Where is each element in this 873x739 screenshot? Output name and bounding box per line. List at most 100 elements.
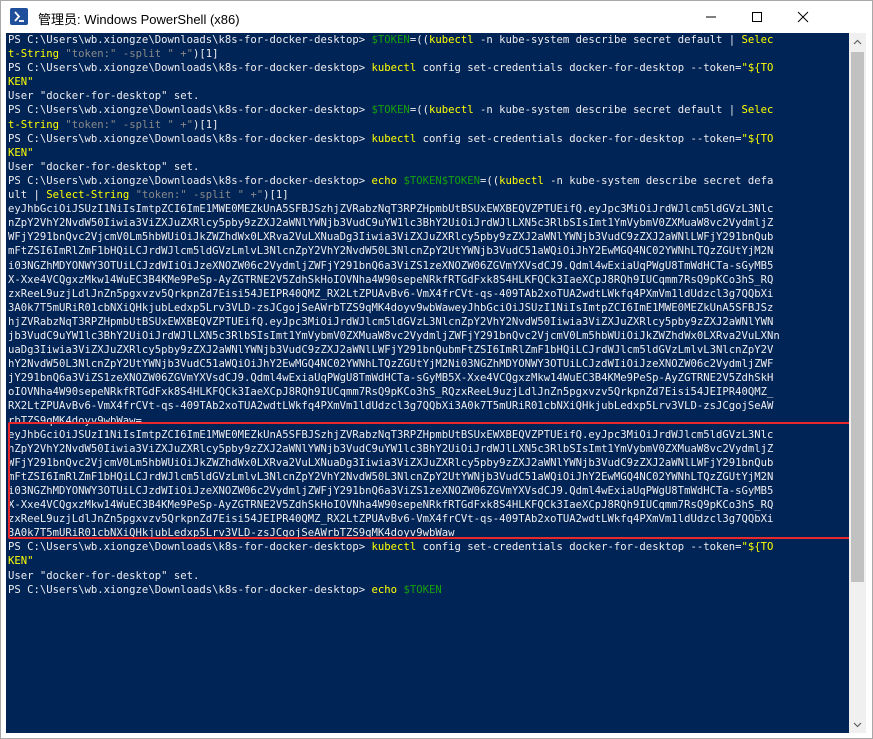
console-text-segment: WFjY291bnQvc2VjcmV0Lm5hbWUiOiJkZWZhdWx0L… — [8, 456, 774, 469]
console-text-segment: kubectl — [428, 34, 474, 46]
console-text-segment: " +" — [237, 189, 264, 202]
console-text-segment: )[1] — [192, 48, 219, 61]
console-text-segment: " +" — [167, 118, 193, 131]
console-text-segment: 3A0k7T5mURiR01cbNXiQHkjubLedxp5Lrv3VLD-z… — [8, 527, 455, 540]
console-line: WFjY291bnQvc2VjcmV0Lm5hbWUiOiJkZWZhdWx0L… — [8, 230, 849, 244]
console-line: zxReeL9uzjLdlJnZn5pgxvzv5QrkpnZd7Eisi54J… — [8, 287, 849, 301]
console-line: KEN" — [8, 554, 849, 568]
console-text-segment: )[1] — [192, 118, 219, 131]
minimize-button[interactable] — [688, 1, 734, 32]
console-line: jY291bnQ6a3ViZS1zeXNOZW06ZGVmYXVsdCJ9.Qd… — [8, 371, 849, 385]
maximize-icon — [752, 11, 762, 22]
console-text-segment: kubectl — [428, 104, 474, 117]
console-text-segment: User "docker-for-desktop" set. — [8, 90, 200, 103]
console-line: X-Xxe4VCQgxzMkw14WuEC3B4KMe9PeSp-AyZGTRN… — [8, 498, 849, 512]
console-text-segment: PS C:\Users\wb.xiongze\Downloads\k8s-for… — [8, 541, 372, 554]
scroll-up-button[interactable] — [849, 33, 866, 50]
console-text-segment: jY291bnQ6a3ViZS1zeXNOZW06ZGVmYXVsdCJ9.Qd… — [8, 372, 774, 385]
console-text-segment: config set-credentials docker-for-deskto… — [416, 62, 742, 75]
console-text-segment: "token:" — [59, 118, 117, 131]
console-text-segment: kubectl — [371, 62, 417, 75]
console-line: i03NGZhMDYONWY3OTUiLCJzdWIiOiJzeXNOZW06c… — [8, 259, 849, 273]
console-line: eyJhbGciOiJSUzI1NiIsImtpZCI6ImE1MWE0MEZk… — [8, 428, 849, 442]
console-line: PS C:\Users\wb.xiongze\Downloads\k8s-for… — [8, 540, 849, 554]
console-text-segment: hY2NvdW50L3NlcnZpY2UtYWNjb3VudC51aWQiOiJ… — [8, 358, 774, 371]
console-text-segment: echo — [371, 583, 404, 596]
console-text-segment: "${TO — [741, 62, 774, 75]
console-text-segment: i03NGZhMDYONWY3OTUiLCJzdWIiOiJzeXNOZW06c… — [8, 259, 774, 272]
console-line: oIOVNha4W90sepeNRkfRTGdFxk8S4HLKFQCk3Iae… — [8, 385, 849, 399]
console-text-segment: PS C:\Users\wb.xiongze\Downloads\k8s-for… — [8, 104, 372, 117]
console-text-segment: KEN — [8, 146, 28, 159]
console-output[interactable]: PS C:\Users\wb.xiongze\Downloads\k8s-for… — [6, 33, 849, 733]
console-line: KEN" — [8, 75, 849, 89]
console-text-segment: KEN — [8, 555, 28, 568]
console-text-segment: config set-credentials docker-for-deskto… — [416, 541, 742, 554]
console-text-segment: $TOKEN — [371, 104, 410, 117]
console-line: t-String "token:" -split " +")[1] — [8, 118, 849, 132]
console-text-segment: "token:" — [129, 189, 187, 202]
console-text-segment: i03NGZhMDYONWY3OTUiLCJzdWIiOiJzeXNOZW06c… — [8, 485, 774, 497]
console-text-segment: 3A0k7T5mURiR01cbNXiQHkjubLedxp5Lrv3VLD-z… — [8, 301, 774, 314]
console-text-segment: t-String — [8, 118, 60, 131]
console-line: 3A0k7T5mURiR01cbNXiQHkjubLedxp5Lrv3VLD-z… — [8, 526, 849, 540]
console-text-segment: eyJhbGciOiJSUzI1NiIsImtpZCI6ImE1MWE0MEZk… — [8, 203, 774, 216]
console-line: X-Xxe4VCQgxzMkw14WuEC3B4KMe9PeSp-AyZGTRN… — [8, 273, 849, 287]
scroll-down-button[interactable] — [849, 716, 866, 733]
console-text-segment: $TOKEN — [371, 34, 410, 46]
console-text-segment: User "docker-for-desktop" set. — [8, 160, 200, 173]
console-text-segment: -n kube-system describe secret default | — [473, 104, 742, 117]
console-line: PS C:\Users\wb.xiongze\Downloads\k8s-for… — [8, 33, 849, 47]
console-line: jb3VudC9uYW1lc3BhY2UiOiJrdWJlLXN5c3RlbSI… — [8, 329, 849, 343]
close-icon — [797, 11, 809, 22]
console-text-segment: " — [27, 555, 34, 568]
console-text-segment: " — [27, 76, 34, 89]
console-text-segment: PS C:\Users\wb.xiongze\Downloads\k8s-for… — [8, 34, 372, 46]
vertical-scrollbar[interactable] — [849, 33, 866, 733]
console-line: rbTZS9qMK4doyv9wbWaw= — [8, 414, 849, 428]
console-text-segment: Selec — [741, 34, 774, 46]
console-text-segment: " — [27, 146, 34, 159]
console-text-segment: =(( — [479, 174, 500, 187]
console-text-segment: =(( — [409, 104, 429, 117]
console-text-segment: echo — [371, 174, 404, 187]
console-text-segment: "token:" — [59, 48, 117, 61]
console-text-segment: PS C:\Users\wb.xiongze\Downloads\k8s-for… — [8, 132, 372, 145]
console-text-segment: " +" — [167, 48, 193, 61]
console-text-segment: -split — [116, 118, 168, 131]
console-line: ult | Select-String "token:" -split " +"… — [8, 188, 849, 202]
console-line: PS C:\Users\wb.xiongze\Downloads\k8s-for… — [8, 174, 849, 188]
console-line: PS C:\Users\wb.xiongze\Downloads\k8s-for… — [8, 103, 849, 117]
close-button[interactable] — [780, 1, 826, 32]
console-text-segment: zxReeL9uzjLdlJnZn5pgxvzv5QrkpnZd7Eisi54J… — [8, 287, 774, 300]
console-text-segment: uaDg3Iiwia3ViZXJuZXRlcy5pby9zZXJ2aWNlYWN… — [8, 344, 774, 357]
console-text-segment: -n kube-system describe secret default | — [473, 34, 742, 46]
console-line: User "docker-for-desktop" set. — [8, 569, 849, 583]
powershell-icon — [10, 8, 28, 25]
scrollbar-thumb[interactable] — [851, 52, 864, 582]
maximize-button[interactable] — [734, 1, 780, 32]
console-line: RX2LtZPUAvBv6-VmX4frCVt-qs-409TAb2xoTUA2… — [8, 399, 849, 413]
console-line: PS C:\Users\wb.xiongze\Downloads\k8s-for… — [8, 61, 849, 75]
console-text-segment: zxReeL9uzjLdlJnZn5pgxvzv5QrkpnZd7Eisi54J… — [8, 513, 774, 526]
console-text-segment: X-Xxe4VCQgxzMkw14WuEC3B4KMe9PeSp-AyZGTRN… — [8, 499, 774, 512]
console-text-segment: $TOKEN$TOKEN — [403, 174, 480, 187]
console-text-segment: User "docker-for-desktop" set. — [8, 569, 200, 582]
console-text-segment: PS C:\Users\wb.xiongze\Downloads\k8s-for… — [8, 62, 372, 75]
console-text-segment: ult | — [8, 189, 47, 202]
console-text-segment: nZpY2VhY2NvdW50Iiwia3ViZXJuZXRlcy5pby9zZ… — [8, 442, 774, 455]
console-text-segment: hjZVRabzNqT3RPZHpmbUtBSUxEWXBEQVZPTUEifQ… — [8, 315, 774, 328]
console-line: User "docker-for-desktop" set. — [8, 160, 849, 174]
console-text-segment: jb3VudC9uYW1lc3BhY2UiOiJrdWJlLXN5c3RlbSI… — [8, 329, 780, 342]
console-line: i03NGZhMDYONWY3OTUiLCJzdWIiOiJzeXNOZW06c… — [8, 484, 849, 498]
console-text-segment: "${TO — [741, 132, 774, 145]
console-line: hY2NvdW50L3NlcnZpY2UtYWNjb3VudC51aWQiOiJ… — [8, 357, 849, 371]
console-line: mFtZSI6ImRlZmF1bHQiLCJrdWJlcm5ldGVzLmlvL… — [8, 470, 849, 484]
title-bar[interactable]: 管理员: Windows PowerShell (x86) — [1, 1, 872, 33]
console-text-segment: oIOVNha4W90sepeNRkfRTGdFxk8S4HLKFQCk3Iae… — [8, 386, 774, 399]
console-text-segment: kubectl — [371, 541, 417, 554]
console-text-segment: nZpY2VhY2NvdW50Iiwia3ViZXJuZXRlcy5pby9zZ… — [8, 217, 774, 230]
console-line: 3A0k7T5mURiR01cbNXiQHkjubLedxp5Lrv3VLD-z… — [8, 301, 849, 315]
console-line: nZpY2VhY2NvdW50Iiwia3ViZXJuZXRlcy5pby9zZ… — [8, 442, 849, 456]
console-line: KEN" — [8, 146, 849, 160]
